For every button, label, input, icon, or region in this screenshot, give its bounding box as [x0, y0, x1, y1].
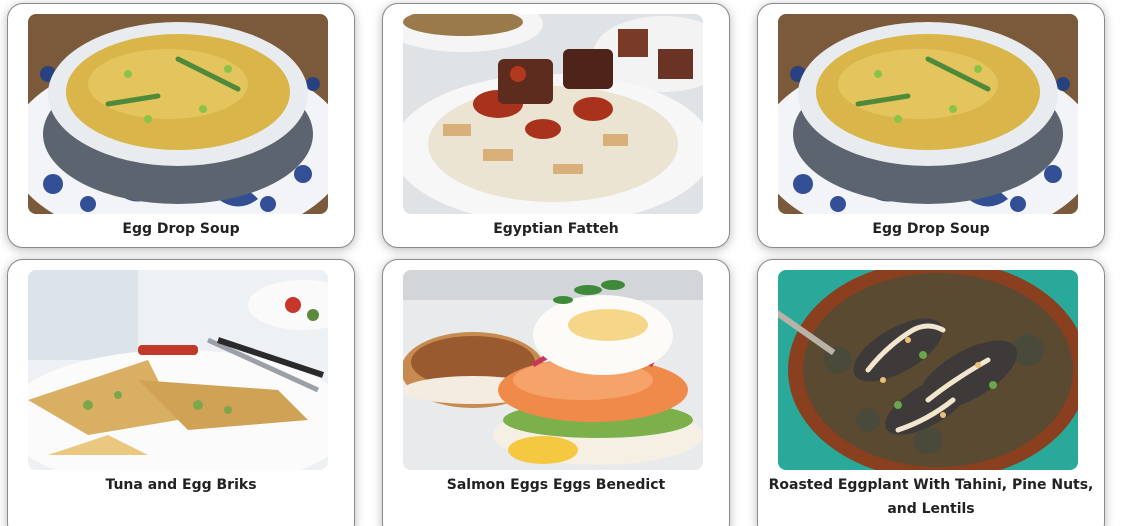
recipe-image-egyptian-fatteh[interactable]: [403, 14, 703, 214]
recipe-image-egg-drop-soup[interactable]: [28, 14, 328, 214]
recipe-image-egg-drop-soup[interactable]: [778, 14, 1078, 214]
recipe-card[interactable]: Egg Drop Soup: [757, 3, 1105, 248]
recipe-title[interactable]: Tuna and Egg Briks: [18, 473, 344, 497]
recipe-card[interactable]: Salmon Eggs Eggs Benedict: [382, 259, 730, 526]
recipe-card[interactable]: Egg Drop Soup: [7, 3, 355, 248]
recipe-grid: Egg Drop Soup Egyptian Fatteh Egg Drop S…: [0, 0, 1132, 526]
recipe-title[interactable]: Egg Drop Soup: [18, 217, 344, 241]
recipe-card[interactable]: Roasted Eggplant With Tahini, Pine Nuts,…: [757, 259, 1105, 526]
recipe-title[interactable]: Egyptian Fatteh: [393, 217, 719, 241]
recipe-title[interactable]: Egg Drop Soup: [768, 217, 1094, 241]
recipe-title[interactable]: Salmon Eggs Eggs Benedict: [393, 473, 719, 497]
recipe-image-salmon-eggs-benedict[interactable]: [403, 270, 703, 470]
recipe-title[interactable]: Roasted Eggplant With Tahini, Pine Nuts,…: [768, 473, 1094, 521]
recipe-card[interactable]: Egyptian Fatteh: [382, 3, 730, 248]
recipe-image-roasted-eggplant[interactable]: [778, 270, 1078, 470]
recipe-card[interactable]: Tuna and Egg Briks: [7, 259, 355, 526]
recipe-image-tuna-egg-briks[interactable]: [28, 270, 328, 470]
